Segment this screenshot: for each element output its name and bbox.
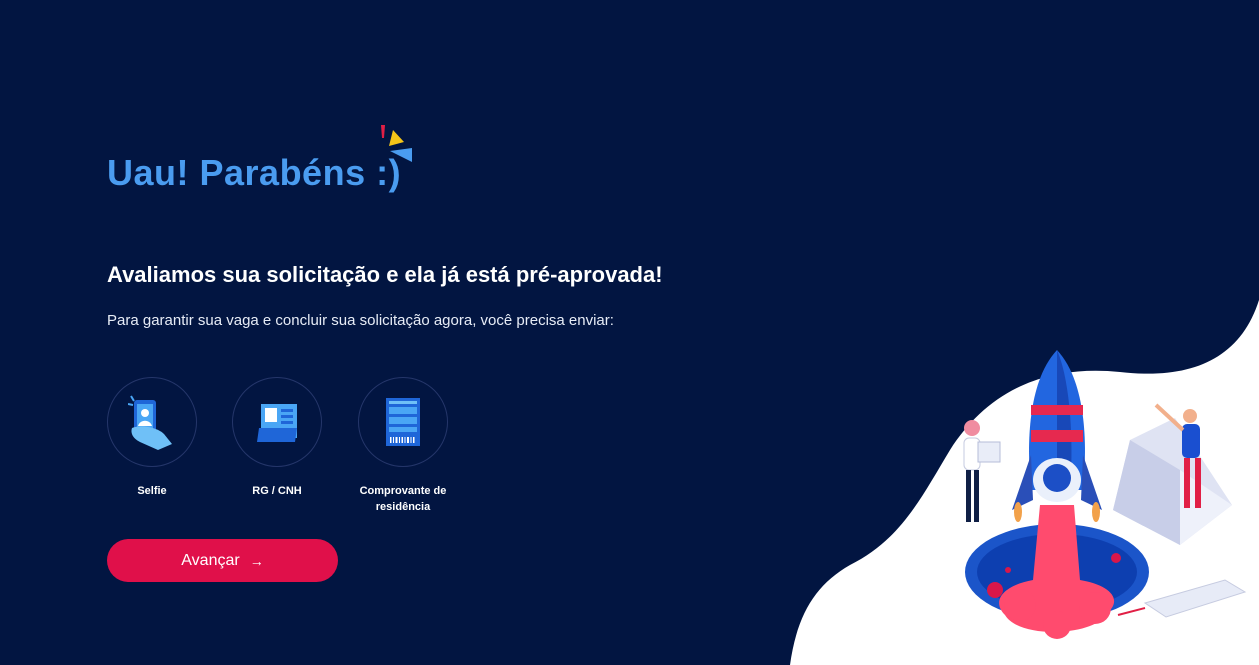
- document-label-rg-cnh: RG / CNH: [252, 485, 302, 497]
- document-item-selfie[interactable]: Selfie: [107, 377, 197, 499]
- bill-document-icon: [386, 398, 420, 446]
- instructions-text: Para garantir sua vaga e concluir sua so…: [107, 312, 614, 329]
- document-item-rg-cnh[interactable]: RG / CNH: [232, 377, 322, 499]
- document-icon-circle: [358, 377, 448, 467]
- document-label-comprovante: Comprovante de residência: [358, 483, 448, 515]
- document-label-selfie: Selfie: [137, 485, 167, 497]
- id-card-icon: [257, 404, 297, 442]
- document-icon-circle: [107, 377, 197, 467]
- document-item-comprovante[interactable]: Comprovante de residência: [358, 377, 448, 515]
- advance-button-label: Avançar: [181, 551, 240, 569]
- advance-button[interactable]: Avançar →: [107, 539, 338, 582]
- confetti-icon: [381, 125, 412, 162]
- document-icon-circle: [232, 377, 322, 467]
- arrow-right-icon: →: [249, 552, 264, 569]
- approval-subtitle: Avaliamos sua solicitação e ela já está …: [107, 262, 663, 287]
- document-label-line: Comprovante de: [359, 485, 447, 497]
- document-label-line: residência: [375, 501, 431, 513]
- selfie-hand-phone-icon: [128, 395, 172, 450]
- page-title: Uau! Parabéns :): [107, 152, 402, 193]
